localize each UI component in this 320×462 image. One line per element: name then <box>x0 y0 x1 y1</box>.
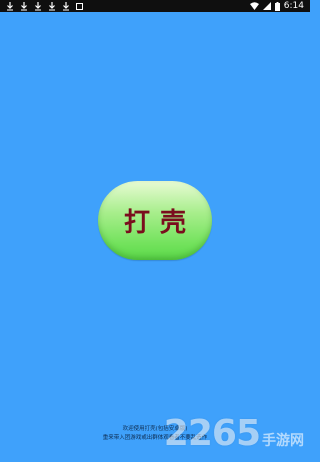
notification-box-icon <box>76 2 83 10</box>
site-watermark: 2265 手游网 <box>164 413 304 454</box>
clock: 6:14 <box>283 1 304 11</box>
watermark-text: 手游网 <box>262 433 304 449</box>
notification-icons <box>0 1 83 11</box>
system-icons: 6:14 <box>249 0 310 12</box>
download-icon <box>21 1 27 10</box>
status-bar: 6:14 <box>0 0 310 12</box>
download-icon <box>35 1 41 10</box>
dake-button-label: 打壳 <box>123 208 196 238</box>
download-icon <box>63 1 69 10</box>
watermark-digits: 2265 <box>163 413 261 454</box>
wifi-icon <box>249 2 259 10</box>
download-icon <box>7 1 13 10</box>
download-icon <box>49 1 55 10</box>
signal-icon <box>262 2 271 10</box>
dake-button[interactable]: 打壳 <box>98 181 212 260</box>
battery-icon <box>274 1 280 11</box>
